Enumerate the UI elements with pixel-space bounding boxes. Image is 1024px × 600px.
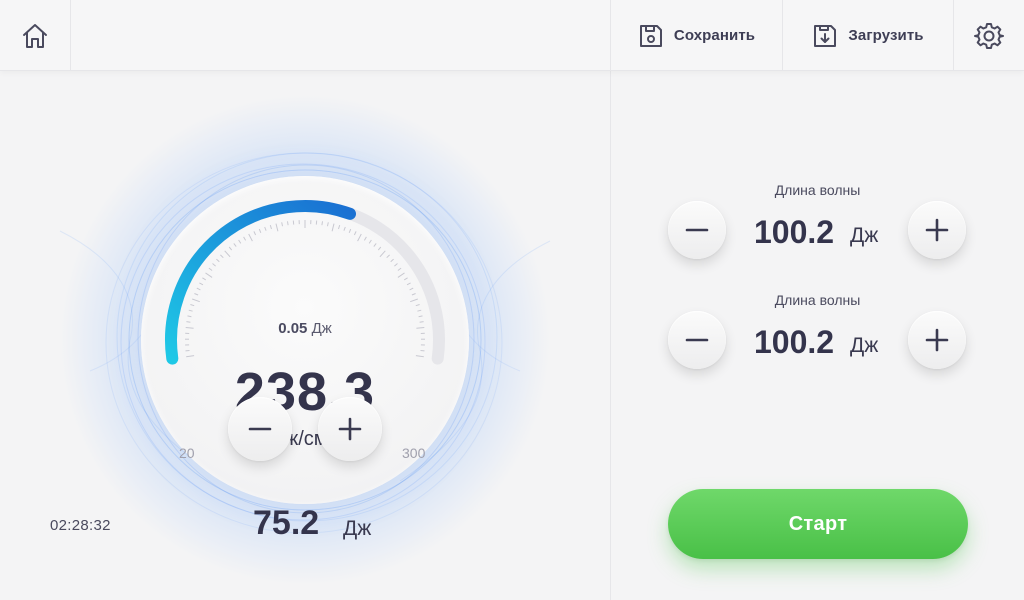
gauge-tick bbox=[264, 226, 267, 231]
gauge-tick bbox=[233, 243, 237, 247]
load-button[interactable]: Загрузить bbox=[782, 0, 953, 71]
gauge-tick bbox=[417, 309, 422, 312]
gauge-tick bbox=[199, 282, 204, 286]
gauge-tick bbox=[212, 263, 216, 267]
gauge-tick bbox=[220, 254, 224, 259]
gauge-tick bbox=[275, 223, 279, 232]
gauge-tick bbox=[418, 315, 423, 318]
home-icon bbox=[21, 22, 49, 50]
gauge-tick bbox=[386, 254, 390, 259]
load-label: Загрузить bbox=[848, 27, 924, 44]
step-unit: Дж bbox=[311, 320, 332, 337]
gauge-tick bbox=[348, 228, 352, 233]
gauge-tick bbox=[321, 221, 323, 226]
gauge-tick bbox=[373, 243, 377, 247]
gauge-tick bbox=[194, 293, 199, 296]
gauge-tick bbox=[368, 239, 372, 244]
gauge-tick bbox=[281, 222, 283, 227]
save-button[interactable]: Сохранить bbox=[610, 0, 782, 71]
home-button[interactable] bbox=[0, 0, 71, 71]
gauge-tick bbox=[192, 298, 200, 303]
param-2-label: Длина волны bbox=[774, 292, 861, 308]
param-1-label: Длина волны bbox=[774, 182, 861, 198]
gauge-tick bbox=[353, 231, 357, 236]
minus-icon bbox=[685, 218, 709, 242]
gauge-tick bbox=[208, 267, 213, 271]
gauge-tick bbox=[403, 277, 408, 281]
gauge-tick bbox=[410, 298, 418, 303]
download-disk-icon bbox=[812, 23, 838, 49]
gauge-tick bbox=[190, 304, 195, 307]
gauge-tick bbox=[363, 236, 367, 241]
gauge-tick bbox=[228, 246, 233, 251]
minus-icon bbox=[248, 417, 272, 441]
gauge-tick bbox=[205, 272, 213, 278]
plus-icon bbox=[925, 328, 949, 352]
decrease-fluence-button[interactable] bbox=[228, 397, 292, 461]
gauge-tick bbox=[411, 293, 416, 296]
gauge-tick bbox=[202, 277, 207, 281]
parameters-panel: Длина волны 100.2 Дж Длина волны 100.2 Д… bbox=[611, 71, 1024, 600]
gear-icon bbox=[974, 21, 1004, 51]
step-value: 0.05 bbox=[278, 320, 308, 337]
scale-max-label: 300 bbox=[402, 445, 426, 461]
minus-icon bbox=[685, 328, 709, 352]
start-button[interactable]: Старт bbox=[668, 489, 968, 559]
gauge-tick bbox=[327, 222, 329, 227]
gauge-tick bbox=[343, 226, 346, 231]
gauge-tick bbox=[238, 239, 242, 244]
settings-button[interactable] bbox=[953, 0, 1024, 71]
gauge-tick bbox=[357, 233, 362, 242]
gauge-tick bbox=[379, 250, 386, 258]
session-timer: 02:28:32 bbox=[50, 517, 111, 534]
increase-fluence-button[interactable] bbox=[318, 397, 382, 461]
gauge-tick bbox=[186, 355, 195, 358]
param-1-value: 100.2 bbox=[754, 214, 835, 250]
param-1-increase-button[interactable] bbox=[908, 201, 966, 259]
param-2-unit: Дж bbox=[850, 334, 879, 357]
gauge-tick bbox=[216, 258, 220, 263]
save-label: Сохранить bbox=[673, 27, 756, 44]
scale-min-label: 20 bbox=[179, 445, 195, 461]
gauge-tick bbox=[377, 246, 382, 251]
gauge-tick bbox=[397, 267, 402, 271]
gauge-tick bbox=[187, 315, 192, 318]
gauge-tick bbox=[406, 282, 411, 286]
gauge-tick bbox=[253, 231, 257, 236]
gauge-tick bbox=[196, 287, 201, 291]
gauge-tick bbox=[415, 355, 424, 358]
floppy-disk-icon bbox=[638, 23, 664, 49]
gauge-tick bbox=[397, 272, 405, 278]
plus-icon bbox=[925, 218, 949, 242]
gauge-tick bbox=[331, 223, 335, 232]
total-energy-unit: Дж bbox=[343, 517, 372, 540]
param-1-unit: Дж bbox=[850, 224, 879, 247]
gauge-tick bbox=[338, 224, 341, 230]
step-label: 0.05 Дж bbox=[141, 320, 469, 337]
gauge-tick bbox=[415, 304, 420, 307]
gauge-tick bbox=[390, 258, 394, 263]
gauge-tick bbox=[269, 224, 272, 230]
gauge-tick bbox=[243, 236, 247, 241]
gauge-tick bbox=[394, 263, 398, 267]
plus-icon bbox=[338, 417, 362, 441]
param-2-value: 100.2 bbox=[754, 324, 835, 360]
gauge-tick bbox=[287, 221, 289, 226]
energy-panel: 0.05 Дж 238.3 Дж/см2 20 300 02:28:32 75.… bbox=[0, 71, 610, 600]
gauge-tick bbox=[258, 228, 262, 233]
gauge-tick bbox=[248, 233, 253, 242]
param-1-decrease-button[interactable] bbox=[668, 201, 726, 259]
top-bar: Сохранить Загрузить bbox=[0, 0, 1024, 71]
param-2-decrease-button[interactable] bbox=[668, 311, 726, 369]
fluence-value: 238.3 bbox=[234, 362, 376, 422]
start-label: Старт bbox=[788, 512, 848, 535]
energy-dial[interactable]: 0.05 Дж 238.3 Дж/см2 20 300 bbox=[141, 176, 469, 504]
gauge-tick bbox=[188, 309, 193, 312]
param-2-increase-button[interactable] bbox=[908, 311, 966, 369]
total-energy-value: 75.2 bbox=[253, 504, 320, 542]
gauge-tick bbox=[409, 287, 414, 291]
gauge-tick bbox=[224, 250, 231, 258]
